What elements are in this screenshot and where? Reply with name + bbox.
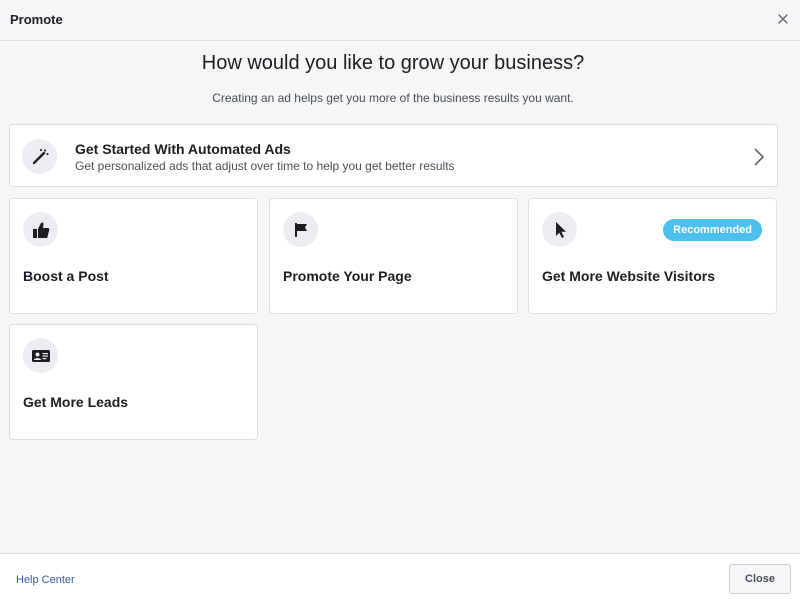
dialog-header: Promote: [0, 0, 800, 41]
website-visitors-card[interactable]: Recommended Get More Website Visitors: [528, 198, 777, 314]
option-label: Boost a Post: [23, 268, 109, 284]
automated-ads-card[interactable]: Get Started With Automated Ads Get perso…: [9, 124, 778, 187]
promote-page-card[interactable]: Promote Your Page: [269, 198, 518, 314]
magic-wand-icon: [22, 139, 57, 174]
help-center-link[interactable]: Help Center: [16, 574, 75, 586]
get-leads-card[interactable]: Get More Leads: [9, 324, 258, 440]
boost-post-card[interactable]: Boost a Post: [9, 198, 258, 314]
page-headline: How would you like to grow your business…: [201, 52, 585, 74]
automated-ads-description: Get personalized ads that adjust over ti…: [75, 159, 455, 173]
page-subheading: Creating an ad helps get you more of the…: [212, 91, 574, 105]
recommended-badge: Recommended: [663, 219, 762, 241]
contact-card-icon: [23, 338, 58, 373]
option-label: Promote Your Page: [283, 268, 412, 284]
option-label: Get More Website Visitors: [542, 268, 715, 284]
option-label: Get More Leads: [23, 394, 129, 410]
chevron-right-icon: [753, 147, 765, 167]
flag-icon: [283, 212, 318, 247]
close-icon[interactable]: [774, 10, 792, 28]
dialog-title: Promote: [10, 12, 63, 27]
cursor-icon: [542, 212, 577, 247]
dialog-footer: Help Center Close: [0, 553, 800, 603]
close-button[interactable]: Close: [729, 564, 791, 594]
thumbs-up-icon: [23, 212, 58, 247]
automated-ads-title: Get Started With Automated Ads: [75, 141, 291, 157]
